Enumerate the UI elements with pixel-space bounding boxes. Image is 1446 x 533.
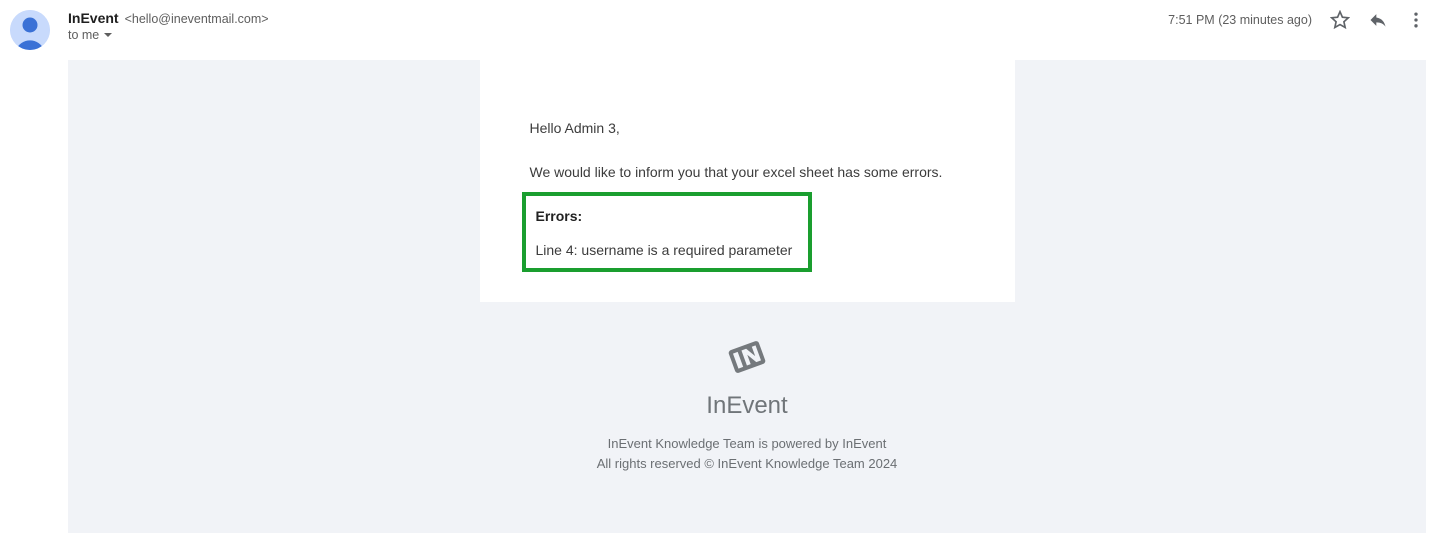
more-icon[interactable] <box>1406 10 1426 30</box>
email-footer: InEvent InEvent Knowledge Team is powere… <box>68 302 1426 533</box>
greeting-text: Hello Admin 3, <box>530 120 965 136</box>
recipient-dropdown[interactable]: to me <box>68 28 1168 42</box>
timestamp: 7:51 PM (23 minutes ago) <box>1168 13 1312 27</box>
footer-logo-icon <box>88 330 1406 384</box>
star-icon[interactable] <box>1330 10 1350 30</box>
footer-brand: InEvent <box>88 392 1406 420</box>
chevron-down-icon <box>103 30 113 40</box>
header-actions: 7:51 PM (23 minutes ago) <box>1168 10 1426 30</box>
info-text: We would like to inform you that your ex… <box>530 164 965 180</box>
sender-block: InEvent <hello@ineventmail.com> to me <box>68 10 1168 42</box>
footer-line-1: InEvent Knowledge Team is powered by InE… <box>88 434 1406 454</box>
email-card: Hello Admin 3, We would like to inform y… <box>480 60 1015 302</box>
error-line: Line 4: username is a required parameter <box>536 242 798 258</box>
error-box: Errors: Line 4: username is a required p… <box>522 192 812 272</box>
error-heading: Errors: <box>536 208 798 224</box>
sender-email: <hello@ineventmail.com> <box>125 12 269 26</box>
footer-line-2: All rights reserved © InEvent Knowledge … <box>88 454 1406 474</box>
avatar <box>10 10 50 50</box>
reply-icon[interactable] <box>1368 10 1388 30</box>
recipient-label: to me <box>68 28 99 42</box>
email-body: Hello Admin 3, We would like to inform y… <box>68 60 1426 533</box>
sender-name: InEvent <box>68 10 119 26</box>
email-header: InEvent <hello@ineventmail.com> to me 7:… <box>0 0 1446 60</box>
